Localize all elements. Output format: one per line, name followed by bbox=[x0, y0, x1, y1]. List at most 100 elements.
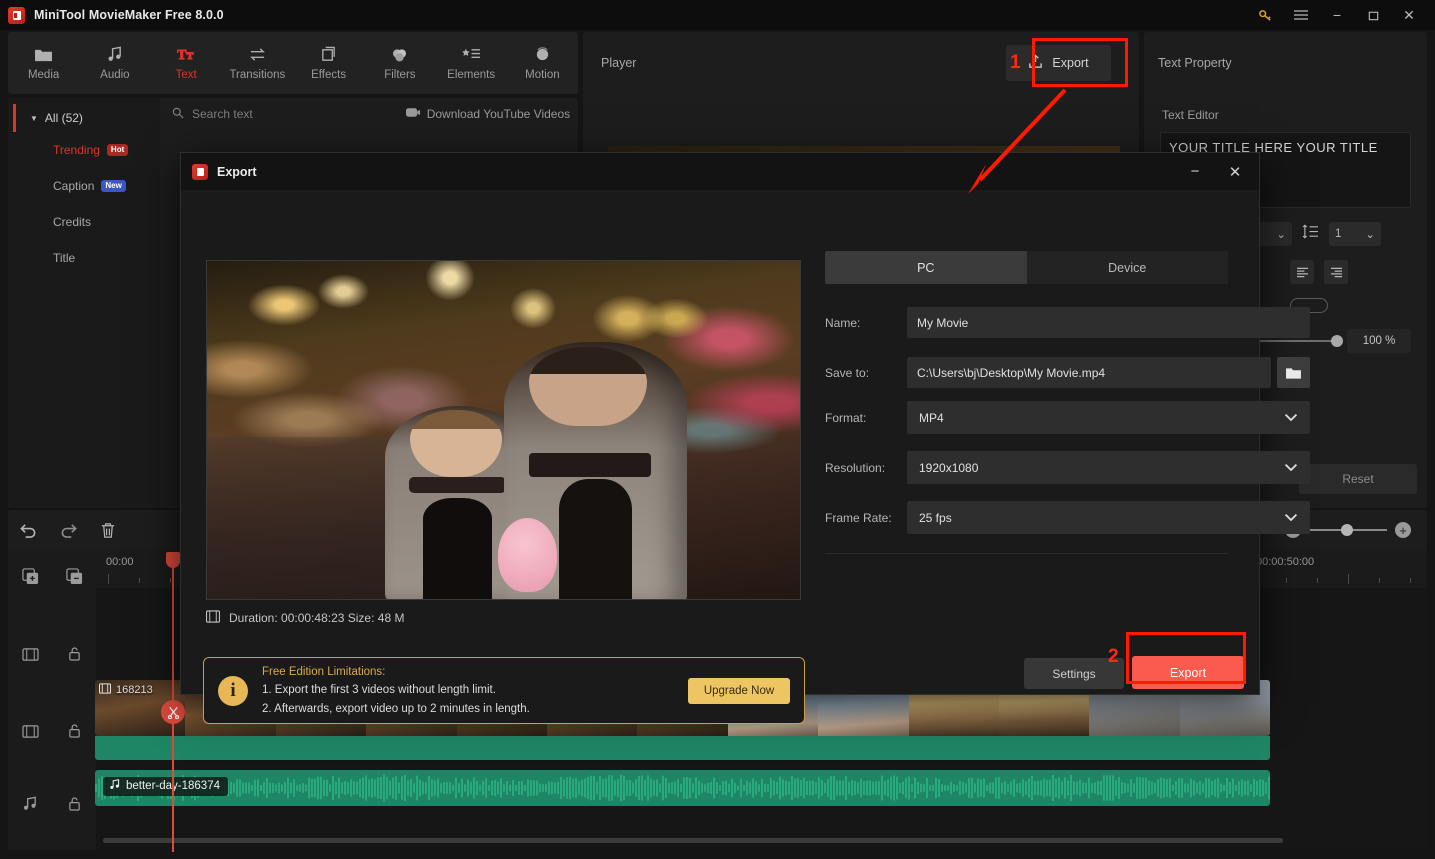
resolution-value: 1920x1080 bbox=[919, 460, 979, 475]
align-left-button[interactable] bbox=[1290, 260, 1314, 284]
zoom-in-button[interactable]: + bbox=[1395, 522, 1411, 538]
split-scissors-icon[interactable] bbox=[161, 700, 185, 724]
video-track-icon bbox=[8, 724, 52, 739]
opacity-value[interactable]: 100 % bbox=[1347, 329, 1411, 353]
tab-device[interactable]: Device bbox=[1027, 251, 1229, 284]
video-track-icon bbox=[8, 647, 52, 662]
save-to-input[interactable]: C:\Users\bj\Desktop\My Movie.mp4 bbox=[907, 357, 1271, 388]
text-icon: Tт bbox=[177, 45, 195, 64]
frame-rate-value: 25 fps bbox=[919, 510, 952, 525]
music-note-icon bbox=[109, 779, 120, 793]
svg-text:Tт: Tт bbox=[177, 47, 193, 63]
app-title: MiniTool MovieMaker Free 8.0.0 bbox=[34, 8, 224, 22]
free-edition-notice: i Free Edition Limitations: 1. Export th… bbox=[203, 657, 805, 724]
upgrade-now-button[interactable]: Upgrade Now bbox=[688, 677, 790, 704]
minimize-button[interactable]: − bbox=[1319, 0, 1355, 30]
slider-knob[interactable] bbox=[1331, 335, 1343, 347]
chevron-down-icon: ⌄ bbox=[1365, 229, 1375, 241]
line-spacing-icon bbox=[1302, 224, 1319, 244]
sidebar-item-credits[interactable]: Credits bbox=[8, 204, 160, 240]
zoom-slider[interactable] bbox=[1309, 524, 1387, 536]
format-value: MP4 bbox=[919, 410, 944, 425]
tab-pc[interactable]: PC bbox=[825, 251, 1027, 284]
format-select[interactable]: MP4 bbox=[907, 401, 1310, 434]
chevron-down-icon bbox=[1284, 461, 1298, 475]
download-youtube-link[interactable]: Download YouTube Videos bbox=[405, 107, 571, 121]
chevron-down-icon bbox=[1284, 511, 1298, 525]
app-window: MiniTool MovieMaker Free 8.0.0 − ✕ Media… bbox=[0, 0, 1435, 859]
tool-label: Motion bbox=[525, 69, 560, 81]
download-youtube-label: Download YouTube Videos bbox=[426, 107, 571, 121]
playhead-handle[interactable] bbox=[166, 552, 180, 568]
maximize-button[interactable] bbox=[1355, 0, 1391, 30]
sidebar-item-title[interactable]: Title bbox=[8, 240, 160, 276]
tool-filters[interactable]: Filters bbox=[364, 32, 435, 94]
add-track-icon[interactable] bbox=[8, 567, 52, 585]
sidebar-all-label: All (52) bbox=[44, 111, 83, 125]
tool-transitions[interactable]: Transitions bbox=[222, 32, 293, 94]
sidebar-item-trending[interactable]: Trending Hot bbox=[8, 132, 160, 168]
sidebar-item-label: Credits bbox=[53, 215, 92, 229]
dialog-export-button[interactable]: Export bbox=[1132, 656, 1244, 689]
line-spacing-select[interactable]: 1 ⌄ bbox=[1329, 222, 1381, 246]
tool-audio[interactable]: Audio bbox=[79, 32, 150, 94]
timeline-playhead[interactable] bbox=[161, 552, 185, 852]
frame-rate-label: Frame Rate: bbox=[825, 510, 892, 525]
tool-text[interactable]: Tт Text bbox=[151, 32, 222, 94]
menu-icon[interactable] bbox=[1283, 0, 1319, 30]
video-clip-body[interactable] bbox=[95, 736, 1270, 760]
lock-icon[interactable] bbox=[52, 646, 96, 662]
tool-media[interactable]: Media bbox=[8, 32, 79, 94]
lock-icon[interactable] bbox=[52, 723, 96, 739]
app-logo-icon bbox=[8, 6, 25, 24]
close-button[interactable]: ✕ bbox=[1391, 0, 1427, 30]
key-icon[interactable] bbox=[1247, 0, 1283, 30]
tool-label: Elements bbox=[447, 69, 496, 81]
frame-rate-select[interactable]: 25 fps bbox=[907, 501, 1310, 534]
dialog-minimize-button[interactable]: − bbox=[1175, 153, 1215, 190]
resolution-select[interactable]: 1920x1080 bbox=[907, 451, 1310, 484]
redo-icon[interactable] bbox=[48, 510, 88, 550]
status-badge-new: New bbox=[101, 180, 126, 192]
export-dialog: Export − ✕ Duration: 00:00:48:23 Size: 4… bbox=[180, 152, 1310, 724]
remove-track-icon[interactable] bbox=[52, 567, 96, 585]
sidebar-item-all[interactable]: ▼ All (52) bbox=[13, 104, 160, 132]
name-input[interactable]: My Movie bbox=[907, 307, 1310, 338]
delete-icon[interactable] bbox=[88, 510, 128, 550]
dialog-body: Duration: 00:00:48:23 Size: 48 M i Free … bbox=[181, 190, 1310, 724]
tool-effects[interactable]: Effects bbox=[293, 32, 364, 94]
library-sidebar: ▼ All (52) Trending Hot Caption New Cred… bbox=[8, 98, 160, 508]
export-toolbar-button[interactable]: Export bbox=[1006, 45, 1111, 81]
undo-icon[interactable] bbox=[8, 510, 48, 550]
browse-folder-button[interactable] bbox=[1277, 357, 1310, 388]
name-label: Name: bbox=[825, 315, 861, 330]
tool-motion[interactable]: Motion bbox=[507, 32, 578, 94]
reset-button[interactable]: Reset bbox=[1299, 464, 1417, 494]
tool-label: Audio bbox=[100, 69, 130, 81]
search-input[interactable]: Search text bbox=[192, 107, 253, 121]
search-icon bbox=[172, 107, 184, 122]
tool-label: Filters bbox=[384, 69, 416, 81]
audio-clip[interactable]: better-day-186374 bbox=[95, 770, 1270, 806]
chevron-down-icon: ▼ bbox=[30, 113, 38, 123]
text-editor-title: Text Editor bbox=[1162, 108, 1219, 122]
lock-icon[interactable] bbox=[52, 796, 96, 812]
annotation-number-1: 1 bbox=[1010, 52, 1021, 73]
zoom-slider-knob[interactable] bbox=[1341, 524, 1353, 536]
sidebar-item-caption[interactable]: Caption New bbox=[8, 168, 160, 204]
filters-drops-icon bbox=[391, 45, 408, 64]
title-bar: MiniTool MovieMaker Free 8.0.0 − ✕ bbox=[0, 0, 1435, 30]
tool-label: Text bbox=[175, 69, 197, 81]
dialog-close-button[interactable]: ✕ bbox=[1215, 153, 1255, 190]
folder-icon bbox=[34, 45, 53, 64]
audio-waveform bbox=[95, 774, 1270, 802]
align-right-button[interactable] bbox=[1324, 260, 1348, 284]
panel-title: Text Property bbox=[1158, 56, 1232, 70]
status-badge-hot: Hot bbox=[106, 144, 129, 156]
motion-circle-icon bbox=[534, 45, 551, 64]
tool-label: Effects bbox=[311, 69, 347, 81]
tool-elements[interactable]: Elements bbox=[436, 32, 507, 94]
export-upload-icon bbox=[1028, 54, 1043, 72]
timeline-track-gutter bbox=[8, 550, 96, 850]
timeline-horizontal-scrollbar[interactable] bbox=[103, 838, 1283, 843]
